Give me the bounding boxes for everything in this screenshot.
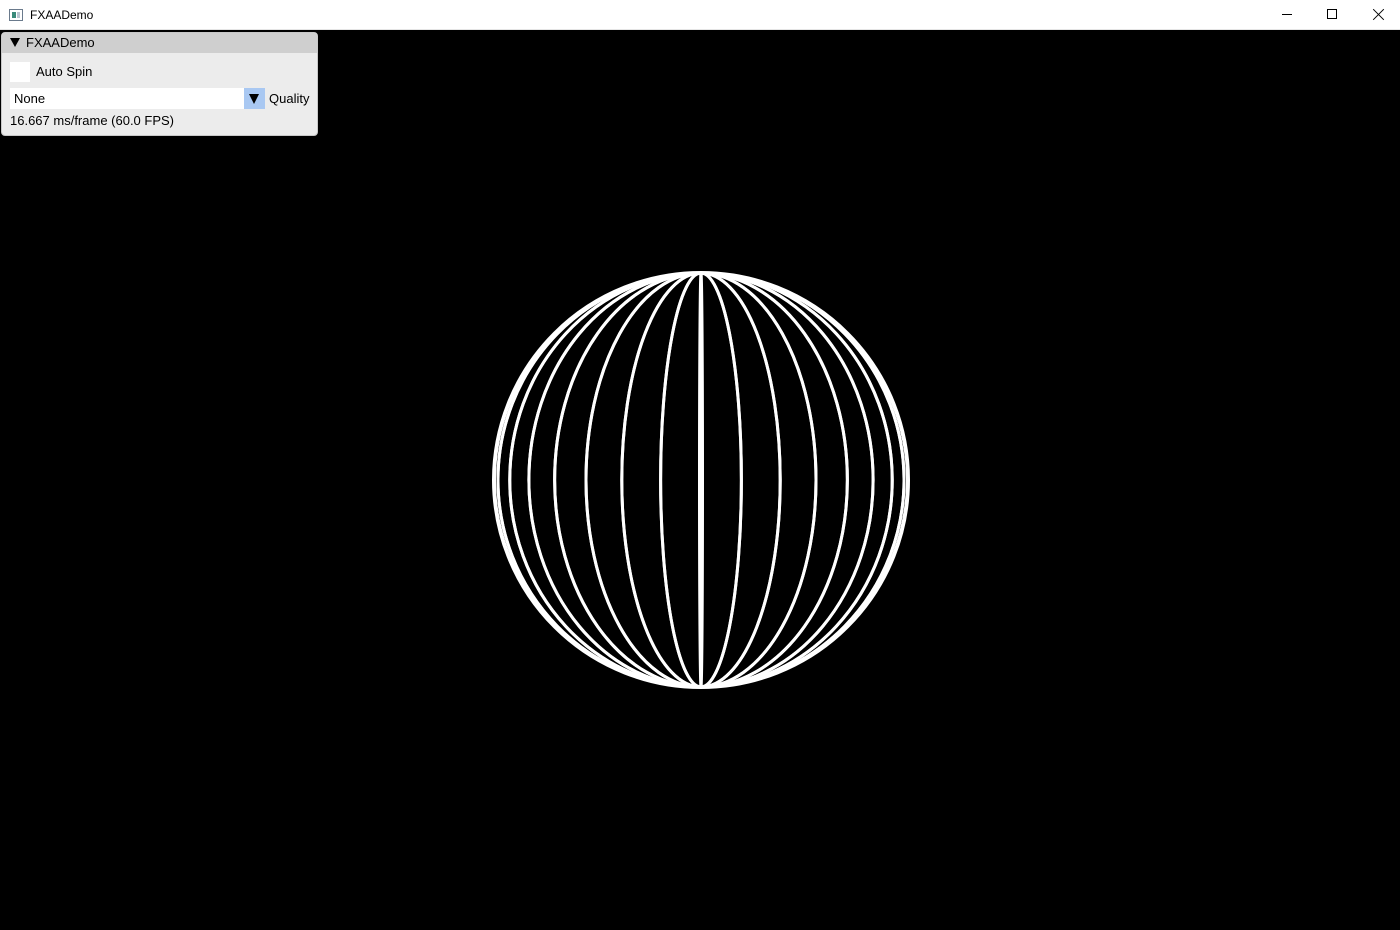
window-title: FXAADemo bbox=[30, 8, 94, 22]
auto-spin-checkbox[interactable] bbox=[10, 62, 30, 82]
quality-selected-value: None bbox=[14, 91, 46, 106]
panel-title: FXAADemo bbox=[26, 35, 95, 50]
window-titlebar[interactable]: FXAADemo bbox=[0, 0, 1400, 30]
app-window-icon bbox=[9, 9, 23, 21]
maximize-button[interactable] bbox=[1309, 0, 1355, 30]
close-button[interactable] bbox=[1355, 0, 1400, 30]
panel-header[interactable]: FXAADemo bbox=[2, 33, 317, 53]
sphere-meridian bbox=[698, 271, 704, 689]
auto-spin-label: Auto Spin bbox=[36, 64, 93, 79]
combo-dropdown-button[interactable] bbox=[244, 88, 265, 109]
frame-stats: 16.667 ms/frame (60.0 FPS) bbox=[10, 113, 175, 128]
minimize-icon bbox=[1282, 14, 1292, 15]
quality-label: Quality bbox=[269, 91, 310, 106]
settings-panel[interactable]: FXAADemo Auto Spin None Quality 16.667 m… bbox=[1, 32, 318, 136]
maximize-icon bbox=[1327, 9, 1337, 19]
chevron-down-icon bbox=[249, 94, 259, 104]
minimize-button[interactable] bbox=[1264, 0, 1310, 30]
close-icon bbox=[1372, 8, 1386, 22]
collapse-arrow-icon[interactable] bbox=[10, 38, 20, 47]
wireframe-sphere bbox=[492, 271, 910, 689]
render-viewport[interactable] bbox=[0, 30, 1400, 930]
quality-combo[interactable]: None bbox=[10, 88, 265, 109]
